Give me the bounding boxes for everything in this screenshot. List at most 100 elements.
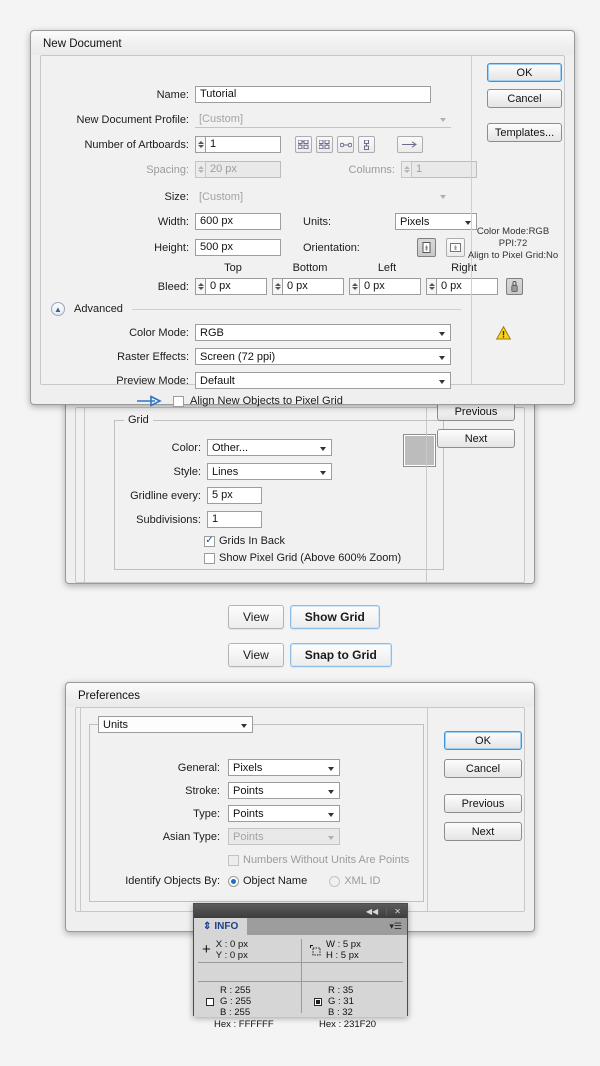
grid-color-select[interactable]: Other...: [207, 439, 332, 456]
grid-next-button[interactable]: Next: [437, 429, 515, 448]
spacing-input[interactable]: 20 px: [206, 161, 281, 178]
change-direction-icon[interactable]: [397, 136, 423, 153]
advanced-toggle-icon[interactable]: ▲: [51, 302, 65, 316]
artboards-value: 1: [210, 138, 217, 150]
info-y-value: : 0 px: [224, 950, 248, 961]
menu-item-show-grid[interactable]: Show Grid: [289, 605, 380, 629]
newdoc-ok-button[interactable]: OK: [487, 63, 562, 82]
bleed-right-stepper[interactable]: 0 px: [426, 278, 498, 295]
preview-select[interactable]: Default: [195, 372, 451, 389]
spacing-spinner[interactable]: [195, 161, 206, 178]
bleed-right-spinner[interactable]: [426, 278, 437, 295]
units-label: Units:: [303, 215, 332, 228]
raster-select[interactable]: Screen (72 ppi): [195, 348, 451, 365]
height-label: Height:: [154, 241, 189, 254]
artboards-spinner[interactable]: [195, 136, 206, 153]
bleed-left-stepper[interactable]: 0 px: [349, 278, 421, 295]
preferences-section-select[interactable]: Units: [98, 716, 253, 733]
identify-xml-id-radio[interactable]: [329, 875, 341, 887]
bleed-left-input[interactable]: 0 px: [360, 278, 421, 295]
spacing-stepper[interactable]: 20 px: [195, 161, 281, 178]
info-h-label: H: [326, 950, 333, 961]
stroke-value: Points: [233, 784, 264, 797]
panel-menu-icon[interactable]: ▾☰: [389, 921, 402, 932]
menu-view-button-1[interactable]: View: [228, 605, 284, 629]
bleed-left-spinner[interactable]: [349, 278, 360, 295]
asian-type-select[interactable]: Points: [228, 828, 340, 845]
tab-grip-icon: ⇕: [203, 921, 212, 932]
grids-in-back-checkbox[interactable]: [204, 535, 215, 547]
asian-type-label: Asian Type:: [162, 830, 220, 843]
info-w-label: W: [326, 939, 335, 950]
fill-swatch-icon: [206, 997, 214, 1006]
info-panel-menu[interactable]: ▾☰: [247, 918, 407, 935]
type-select[interactable]: Points: [228, 805, 340, 822]
width-input[interactable]: 600 px: [195, 213, 281, 230]
fill-g: G : 255: [220, 996, 252, 1007]
grid-groupbox: Grid Color: Other... Style: Lines Gridli…: [114, 414, 444, 570]
stroke-select[interactable]: Points: [228, 782, 340, 799]
newdoc-templates-button[interactable]: Templates...: [487, 123, 562, 142]
arrange-by-column-icon[interactable]: [358, 136, 375, 153]
bleed-link-icon[interactable]: [506, 278, 523, 295]
advanced-label: Advanced: [74, 303, 123, 315]
bleed-right-input[interactable]: 0 px: [437, 278, 498, 295]
close-icon[interactable]: ✕: [394, 907, 401, 916]
colormode-value: RGB: [200, 326, 224, 339]
name-input[interactable]: Tutorial: [195, 86, 431, 103]
info-x-label: X: [215, 939, 223, 950]
grid-style-select[interactable]: Lines: [207, 463, 332, 480]
prefs-previous-button[interactable]: Previous: [444, 794, 522, 813]
document-summary: Color Mode:RGB PPI:72 Align to Pixel Gri…: [458, 226, 568, 262]
show-pixel-grid-checkbox[interactable]: [204, 552, 215, 564]
collapse-icon[interactable]: ◀◀: [366, 907, 378, 916]
height-input[interactable]: 500 px: [195, 239, 281, 256]
stroke-label: Stroke:: [185, 784, 220, 797]
prefs-ok-button[interactable]: OK: [444, 731, 522, 750]
tab-info[interactable]: ⇕ INFO: [194, 918, 248, 935]
profile-select[interactable]: [Custom]: [195, 111, 451, 128]
info-panel-body: + X : 0 px Y : 0 px W : 5 px H : 5 px R …: [194, 935, 407, 1030]
columns-stepper[interactable]: 1: [401, 161, 477, 178]
columns-input[interactable]: 1: [412, 161, 477, 178]
menu-view-button-2[interactable]: View: [228, 643, 284, 667]
size-select[interactable]: [Custom]: [195, 188, 451, 205]
artboards-stepper[interactable]: 1: [195, 136, 281, 153]
grid-by-column-icon[interactable]: [316, 136, 333, 153]
units-groupbox: Units General: Pixels Stroke: Points Typ…: [89, 716, 424, 902]
gridline-every-value: 5 px: [212, 489, 233, 501]
bleed-label: Bleed:: [157, 280, 189, 293]
stroke-b: B : 32: [328, 1007, 353, 1018]
bleed-top-label: Top: [224, 262, 242, 274]
raster-value: Screen (72 ppi): [200, 350, 276, 363]
prefs-next-button[interactable]: Next: [444, 822, 522, 841]
general-select[interactable]: Pixels: [228, 759, 340, 776]
identify-object-name-radio[interactable]: [228, 875, 239, 887]
subdivisions-input[interactable]: 1: [207, 511, 262, 528]
general-label: General:: [177, 761, 220, 774]
align-pixelgrid-checkbox[interactable]: [173, 395, 184, 407]
grid-style-label: Style:: [173, 465, 201, 478]
grid-by-row-icon[interactable]: [295, 136, 312, 153]
units-value: Pixels: [400, 215, 430, 228]
newdoc-cancel-button[interactable]: Cancel: [487, 89, 562, 108]
colormode-select[interactable]: RGB: [195, 324, 451, 341]
columns-spinner[interactable]: [401, 161, 412, 178]
bleed-top-stepper[interactable]: 0 px: [195, 278, 267, 295]
arrange-by-row-icon[interactable]: [337, 136, 354, 153]
bleed-top-input[interactable]: 0 px: [206, 278, 267, 295]
grid-color-swatch[interactable]: [403, 434, 436, 467]
bleed-bottom-spinner[interactable]: [272, 278, 283, 295]
show-pixel-grid-label: Show Pixel Grid (Above 600% Zoom): [219, 552, 402, 564]
bleed-bottom-input[interactable]: 0 px: [283, 278, 344, 295]
width-value: 600 px: [200, 215, 234, 227]
numbers-without-units-checkbox[interactable]: [228, 854, 239, 866]
gridline-every-input[interactable]: 5 px: [207, 487, 262, 504]
artboards-input[interactable]: 1: [206, 136, 281, 153]
bleed-top-spinner[interactable]: [195, 278, 206, 295]
grid-color-value: Other...: [212, 441, 249, 454]
bleed-bottom-stepper[interactable]: 0 px: [272, 278, 344, 295]
menu-item-snap-to-grid[interactable]: Snap to Grid: [289, 643, 392, 667]
prefs-cancel-button[interactable]: Cancel: [444, 759, 522, 778]
orientation-portrait-icon[interactable]: [417, 238, 436, 257]
